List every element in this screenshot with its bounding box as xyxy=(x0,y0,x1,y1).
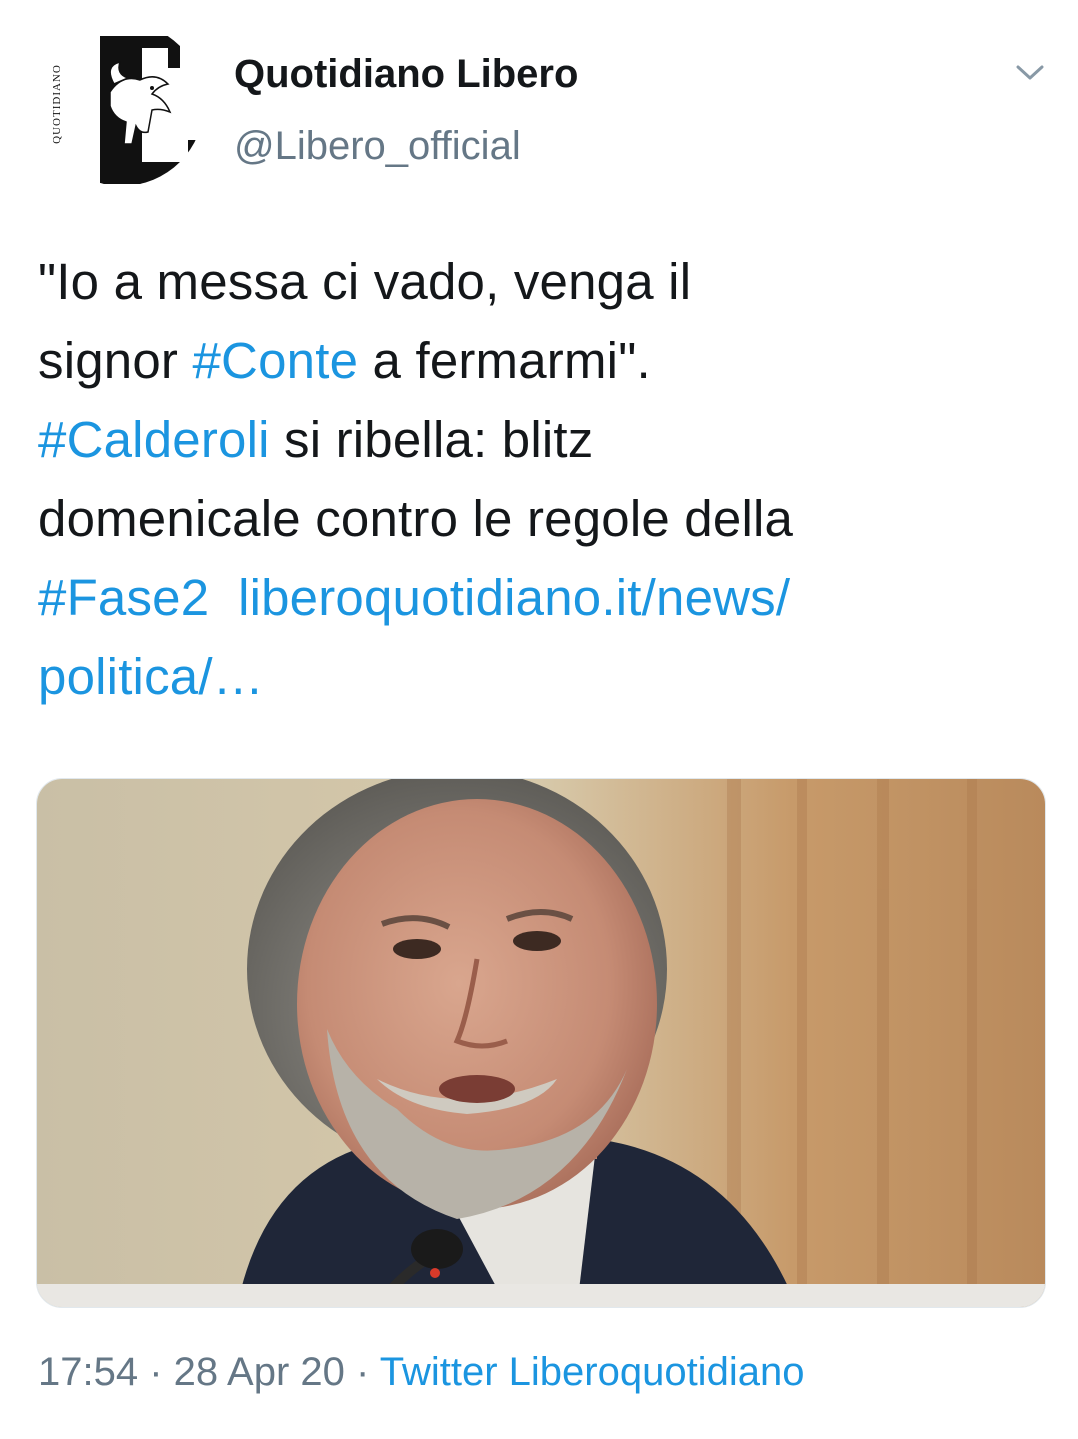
tweet-text-segment: a fermarmi". xyxy=(358,332,651,389)
meta-separator: · xyxy=(138,1350,174,1394)
author-display-name[interactable]: Quotidiano Libero xyxy=(234,52,578,97)
meta-separator: · xyxy=(344,1350,380,1394)
author-handle[interactable]: @Libero_official xyxy=(234,124,521,169)
tweet-text-line: domenicale contro le regole della xyxy=(38,479,1048,558)
avatar-text: QUOTIDIANO xyxy=(51,64,63,144)
tweet-date[interactable]: 28 Apr 20 xyxy=(174,1350,345,1394)
chevron-down-icon xyxy=(1016,65,1044,80)
tweet-meta: 17:54 · 28 Apr 20 · Twitter Liberoquotid… xyxy=(38,1350,804,1395)
tweet-text-line: #Calderoli si ribella: blitz xyxy=(38,400,1048,479)
tweet-text-line: signor #Conte a fermarmi". xyxy=(38,321,1048,400)
hashtag-fase2[interactable]: #Fase2 xyxy=(38,569,209,626)
more-options-button[interactable] xyxy=(1010,58,1050,88)
libero-logo: QUOTIDIANO xyxy=(40,22,204,186)
tweet-text-segment: "Io a messa ci vado, venga il xyxy=(38,253,692,310)
tweet-text: "Io a messa ci vado, venga il signor #Co… xyxy=(38,242,1048,716)
tweet-text-segment: domenicale contro le regole della xyxy=(38,490,794,547)
tweet-time[interactable]: 17:54 xyxy=(38,1350,138,1394)
hashtag-conte[interactable]: #Conte xyxy=(192,332,358,389)
article-link-continued[interactable]: politica/… xyxy=(38,648,264,705)
avatar[interactable]: QUOTIDIANO xyxy=(40,22,204,186)
tweet-source-link[interactable]: Twitter Liberoquotidiano xyxy=(380,1350,805,1394)
photo-man-at-microphone xyxy=(37,779,1045,1307)
tweet-text-line: #Fase2 liberoquotidiano.it/news/ xyxy=(38,558,1048,637)
tweet: QUOTIDIANO Quotidiano Libero @Libero_off… xyxy=(0,0,1078,1439)
tweet-text-segment: signor xyxy=(38,332,193,389)
article-link[interactable]: liberoquotidiano.it/news/ xyxy=(238,569,790,626)
tweet-text-line: "Io a messa ci vado, venga il xyxy=(38,242,1048,321)
tweet-text-segment: si ribella: blitz xyxy=(269,411,594,468)
tweet-photo[interactable] xyxy=(36,778,1046,1308)
hashtag-calderoli[interactable]: #Calderoli xyxy=(38,411,270,468)
tweet-text-line: politica/… xyxy=(38,637,1048,716)
